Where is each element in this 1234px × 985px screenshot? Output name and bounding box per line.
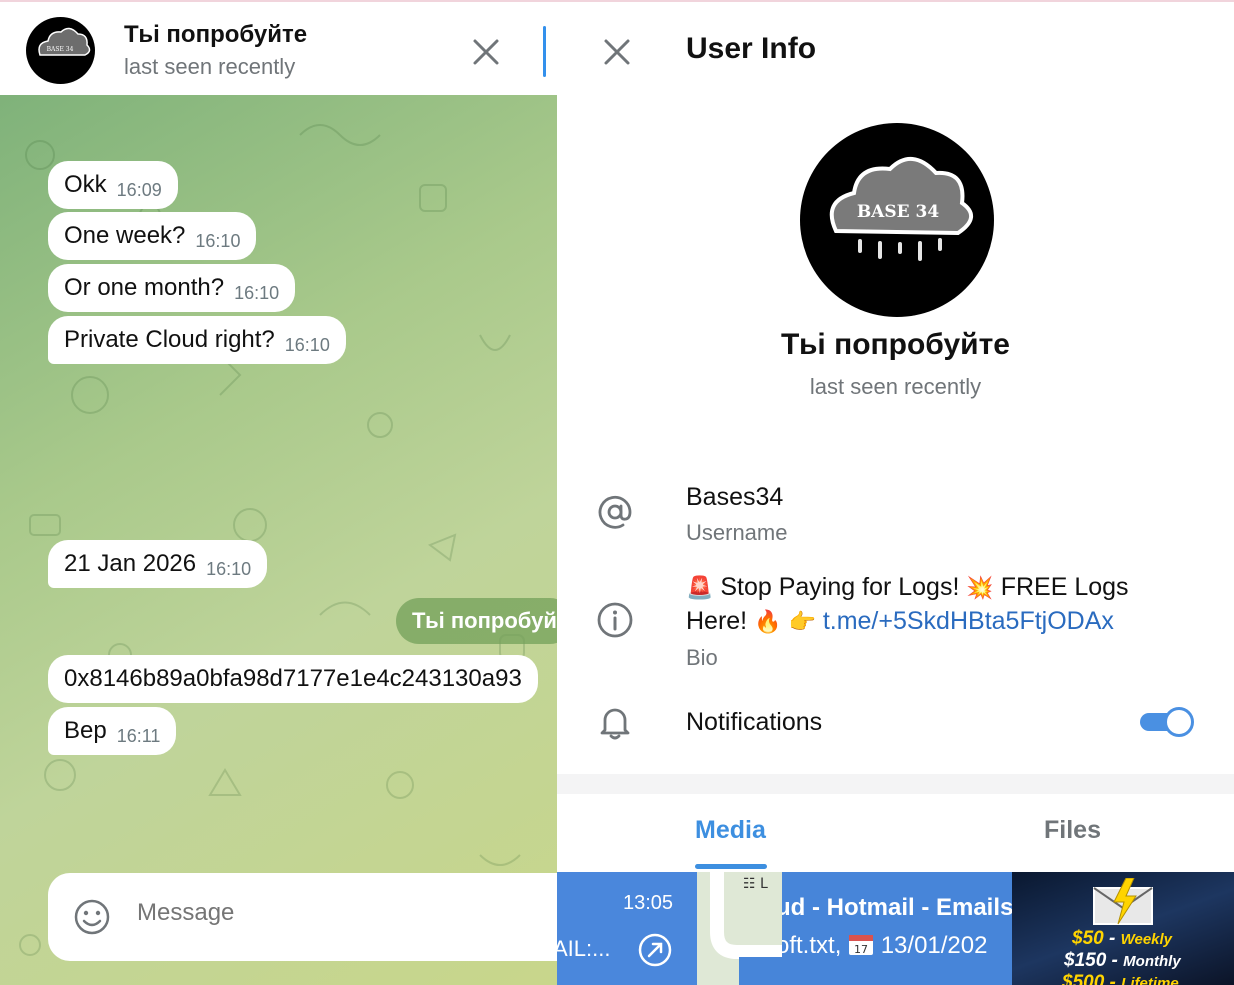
thumb-text: oft.txt, 17 13/01/202 xyxy=(782,932,987,960)
thumb-time: 13:05 xyxy=(623,892,674,914)
notifications-label: Notifications xyxy=(686,708,823,736)
siren-icon: 🚨 xyxy=(686,575,714,600)
logo-text: BASE 34 xyxy=(857,202,940,222)
thumb-filename: oft.txt, xyxy=(782,932,842,959)
bio-text-3: Here! xyxy=(686,607,748,635)
collision-icon: 💥 xyxy=(966,575,994,600)
username-label: Username xyxy=(686,520,788,545)
bio-text-1: Stop Paying for Logs! xyxy=(720,573,960,601)
media-thumbnail[interactable]: $50 - Weekly $150 - Monthly $500 - Lifet… xyxy=(1012,872,1234,985)
thumb-text: AIL:... xyxy=(557,936,611,961)
emoji-icon[interactable] xyxy=(72,897,112,937)
bio-label: Bio xyxy=(686,645,718,670)
media-thumbnail[interactable]: 13:05 AIL:... xyxy=(557,872,697,985)
message-time: 16:10 xyxy=(234,282,280,303)
price-period: Weekly xyxy=(1120,931,1173,948)
chat-pane: BASE 34 Тьі попробуйте last seen recentl… xyxy=(0,0,557,985)
message-bubble[interactable]: Okk 16:09 xyxy=(48,161,178,209)
message-text: Okk xyxy=(64,171,107,198)
price-line: $150 - Monthly xyxy=(1064,950,1181,971)
bio-line-1: 🚨 Stop Paying for Logs! 💥 FREE Logs xyxy=(686,573,1129,602)
media-thumbnail[interactable]: ☷ L xyxy=(697,872,782,985)
message-time: 16:10 xyxy=(284,334,330,355)
section-divider xyxy=(557,774,1234,794)
message-time: 16:11 xyxy=(116,725,161,746)
panel-title: User Info xyxy=(686,32,817,65)
tab-media[interactable]: Media xyxy=(695,816,766,845)
username-value[interactable]: Bases34 xyxy=(686,483,783,512)
thumb-text: ud - Hotmail - Emails xyxy=(782,894,1012,921)
message-time: 16:10 xyxy=(195,230,241,251)
link-icon xyxy=(637,932,673,968)
svg-text:17: 17 xyxy=(854,943,868,956)
close-icon[interactable] xyxy=(466,32,506,72)
profile-avatar[interactable]: BASE 34 xyxy=(800,123,994,317)
price-line: $500 - Lifetime xyxy=(1062,972,1179,985)
map-preview: ☷ L xyxy=(697,872,782,985)
message-bubble[interactable]: Вер 16:11 xyxy=(48,707,177,755)
media-thumbnail[interactable]: ud - Hotmail - Emails oft.txt, 17 13/01/… xyxy=(782,872,1012,985)
price-value: $500 xyxy=(1062,972,1105,985)
message-text: 21 Jan 2026 xyxy=(64,550,197,577)
svg-text:BASE 34: BASE 34 xyxy=(47,46,74,53)
toggle-knob xyxy=(1164,707,1194,737)
bell-icon xyxy=(595,702,635,742)
profile-name: Тьі попробуйте xyxy=(781,328,1010,361)
close-icon[interactable] xyxy=(597,32,637,72)
fire-icon: 🔥 xyxy=(754,609,782,634)
profile-status: last seen recently xyxy=(809,374,982,399)
message-bubble[interactable]: Private Cloud right? 16:10 xyxy=(48,316,346,364)
bio-text-2: FREE Logs xyxy=(1000,573,1129,601)
lightning-mail-icon xyxy=(1090,877,1156,928)
chat-status: last seen recently xyxy=(124,54,296,79)
notifications-toggle[interactable] xyxy=(1140,707,1194,737)
message-text: One week? xyxy=(64,222,186,249)
chat-avatar[interactable]: BASE 34 xyxy=(26,17,95,84)
active-tab-indicator xyxy=(695,864,767,869)
tab-files[interactable]: Files xyxy=(1044,816,1101,845)
bio-line-2: Here! 🔥 👉 t.me/+5SkdHBta5FtjODAx xyxy=(686,607,1114,636)
price-value: $50 xyxy=(1072,928,1104,949)
message-bubble[interactable]: 21 Jan 2026 16:10 xyxy=(48,540,268,588)
price-value: $150 xyxy=(1064,950,1107,971)
message-text: 0x8146b89a0bfa98d7177e1e4c243130a93 xyxy=(64,665,522,692)
message-text: Private Cloud right? xyxy=(64,326,275,353)
at-sign-icon xyxy=(595,492,635,532)
message-bubble[interactable]: One week? 16:10 xyxy=(48,212,257,260)
chat-header: BASE 34 Тьі попробуйте last seen recentl… xyxy=(0,0,557,95)
header-divider xyxy=(543,26,546,77)
price-line: $50 - Weekly xyxy=(1072,928,1173,949)
message-bubble[interactable]: 0x8146b89a0bfa98d7177e1e4c243130a93 xyxy=(48,655,538,703)
user-info-pane: User Info BASE 34 Тьі попробуйте last se… xyxy=(557,0,1234,985)
sender-name-pill: Тьі попробуй xyxy=(396,598,557,644)
base34-logo: BASE 34 xyxy=(829,157,973,261)
thumb-date: 13/01/202 xyxy=(880,932,988,959)
message-composer xyxy=(48,873,557,961)
chat-title[interactable]: Тьі попробуйте xyxy=(124,21,307,49)
message-text: Вер xyxy=(64,717,107,744)
message-input[interactable] xyxy=(137,899,517,927)
info-icon xyxy=(595,600,635,640)
svg-text:☷ L: ☷ L xyxy=(743,876,768,892)
message-time: 16:10 xyxy=(206,558,252,579)
calendar-icon: 17 xyxy=(848,932,874,956)
price-period: Monthly xyxy=(1123,953,1181,970)
price-period: Lifetime xyxy=(1121,975,1179,985)
message-bubble[interactable]: Or one month? 16:10 xyxy=(48,264,296,312)
pointing-hand-icon: 👉 xyxy=(788,609,816,634)
message-time: 16:09 xyxy=(116,179,162,200)
message-text: Or one month? xyxy=(64,274,225,301)
bio-link[interactable]: t.me/+5SkdHBta5FtjODAx xyxy=(823,607,1114,635)
